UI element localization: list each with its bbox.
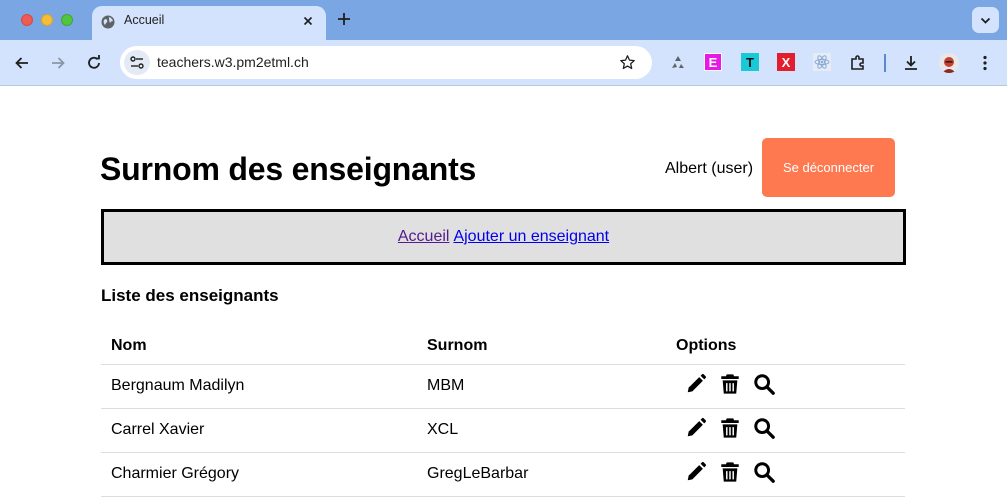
pencil-icon[interactable] bbox=[685, 373, 707, 395]
bookmark-star-icon[interactable] bbox=[619, 54, 636, 76]
new-tab-icon[interactable] bbox=[336, 11, 352, 27]
extension-x-icon[interactable]: X bbox=[777, 53, 795, 71]
teacher-nickname: MBM bbox=[427, 377, 465, 394]
chevron-down-icon bbox=[980, 17, 991, 24]
column-header-nom: Nom bbox=[111, 337, 147, 354]
column-header-options: Options bbox=[676, 337, 737, 354]
extensions-puzzle-icon[interactable] bbox=[849, 54, 867, 72]
url-text: teachers.w3.pm2etml.ch bbox=[157, 54, 309, 70]
minimize-window-button[interactable] bbox=[41, 14, 53, 26]
column-header-surnom: Surnom bbox=[427, 337, 488, 354]
react-devtools-icon[interactable] bbox=[813, 53, 831, 71]
teachers-table: Nom Surnom Options Bergnaum Madilyn MBM … bbox=[101, 329, 905, 497]
browser-tab-strip: Accueil bbox=[0, 0, 1007, 40]
tab-accueil[interactable]: Accueil bbox=[92, 6, 326, 40]
teacher-name: Charmier Grégory bbox=[111, 465, 240, 482]
list-title: Liste des enseignants bbox=[101, 286, 279, 305]
close-tab-icon[interactable] bbox=[301, 14, 315, 28]
main-nav: Accueil Ajouter un enseignant bbox=[101, 209, 906, 265]
browser-toolbar: teachers.w3.pm2etml.ch E T X bbox=[0, 40, 1007, 86]
current-user-label: Albert (user) bbox=[665, 160, 754, 177]
page-content: Surnom des enseignants Albert (user) Se … bbox=[0, 87, 1007, 497]
nav-link-accueil[interactable]: Accueil bbox=[398, 228, 450, 246]
toolbar-divider bbox=[884, 54, 886, 72]
trash-icon[interactable] bbox=[719, 461, 741, 483]
pencil-icon[interactable] bbox=[685, 461, 707, 483]
back-arrow-icon[interactable] bbox=[13, 54, 31, 72]
pencil-icon[interactable] bbox=[685, 417, 707, 439]
maximize-window-button[interactable] bbox=[61, 14, 73, 26]
extension-e-icon[interactable]: E bbox=[704, 53, 722, 71]
address-bar[interactable]: teachers.w3.pm2etml.ch bbox=[120, 46, 652, 79]
table-row: Carrel Xavier XCL bbox=[101, 409, 905, 453]
trash-icon[interactable] bbox=[719, 417, 741, 439]
page-title: Surnom des enseignants bbox=[100, 151, 477, 187]
trash-icon[interactable] bbox=[719, 373, 741, 395]
row-actions bbox=[685, 417, 775, 439]
forward-arrow-icon[interactable] bbox=[49, 54, 67, 72]
nav-link-ajouter-enseignant[interactable]: Ajouter un enseignant bbox=[453, 228, 609, 246]
teacher-name: Bergnaum Madilyn bbox=[111, 377, 245, 394]
recycle-extension-icon[interactable] bbox=[669, 54, 687, 72]
globe-icon bbox=[101, 15, 115, 29]
tab-title: Accueil bbox=[124, 13, 165, 27]
reload-icon[interactable] bbox=[85, 54, 103, 72]
profile-avatar[interactable] bbox=[939, 53, 959, 73]
extension-t-icon[interactable]: T bbox=[741, 53, 759, 71]
search-icon[interactable] bbox=[753, 373, 775, 395]
table-row: Bergnaum Madilyn MBM bbox=[101, 365, 905, 409]
table-header-row: Nom Surnom Options bbox=[101, 329, 905, 365]
download-icon[interactable] bbox=[902, 54, 920, 72]
search-icon[interactable] bbox=[753, 417, 775, 439]
table-row: Charmier Grégory GregLeBarbar bbox=[101, 453, 905, 497]
teacher-nickname: XCL bbox=[427, 421, 459, 438]
row-actions bbox=[685, 461, 775, 483]
row-actions bbox=[685, 373, 775, 395]
logout-button[interactable]: Se déconnecter bbox=[762, 138, 895, 197]
teacher-nickname: GregLeBarbar bbox=[427, 465, 529, 482]
tab-search-button[interactable] bbox=[972, 7, 999, 33]
teacher-name: Carrel Xavier bbox=[111, 421, 205, 438]
close-window-button[interactable] bbox=[21, 14, 33, 26]
search-icon[interactable] bbox=[753, 461, 775, 483]
site-info-icon[interactable] bbox=[124, 50, 150, 75]
more-menu-icon[interactable] bbox=[976, 54, 994, 72]
